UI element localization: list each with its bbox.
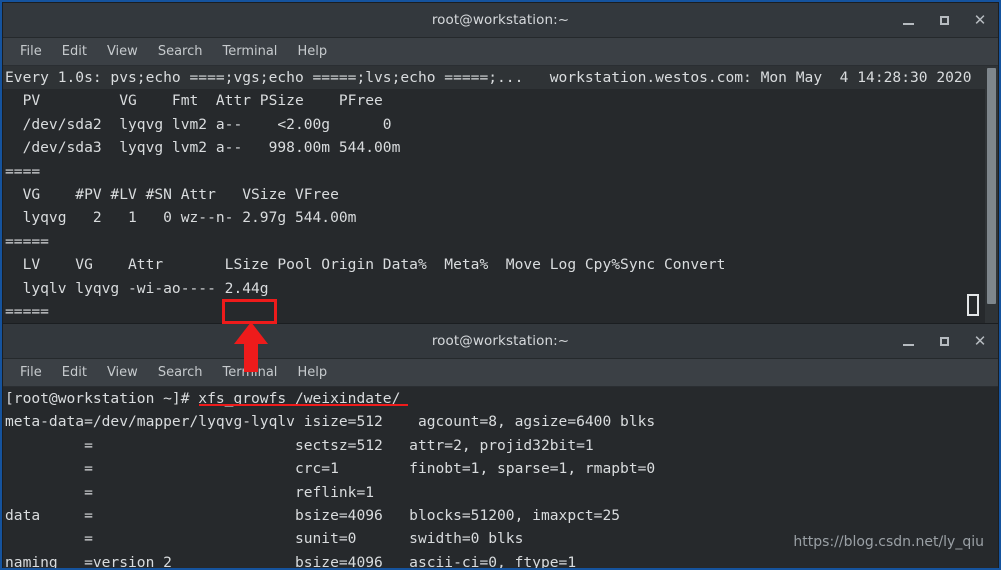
terminal-line: lyqvg 2 1 0 wz--n- 2.97g 544.00m <box>5 209 357 227</box>
menubar-watch[interactable]: File Edit View Search Terminal Help <box>3 38 998 66</box>
terminal-output-growfs[interactable]: [root@workstation ~]# xfs_growfs /weixin… <box>3 387 998 568</box>
terminal-line: VG #PV #LV #SN Attr VSize VFree <box>5 186 339 204</box>
terminal-window-watch[interactable]: root@workstation:~ ✕ File Edit View Sear… <box>2 2 999 324</box>
minimize-icon[interactable] <box>898 331 918 351</box>
terminal-line: ===== <box>5 303 49 321</box>
menu-search[interactable]: Search <box>150 42 211 61</box>
terminal-line: meta-data=/dev/mapper/lyqvg-lyqlv isize=… <box>5 413 656 431</box>
terminal-line: lyqlv lyqvg -wi-ao---- 2.44g <box>5 279 269 297</box>
titlebar-growfs[interactable]: root@workstation:~ ✕ <box>3 324 998 359</box>
menu-help[interactable]: Help <box>289 363 335 382</box>
menu-view[interactable]: View <box>99 42 146 61</box>
watermark-url: https://blog.csdn.net/ly_qiu <box>793 534 984 550</box>
terminal-line: PV VG Fmt Attr PSize PFree <box>5 92 383 110</box>
watch-header-line: Every 1.0s: pvs;echo ====;vgs;echo =====… <box>3 66 998 90</box>
terminal-cursor <box>967 294 979 316</box>
terminal-line: ===== <box>5 232 49 250</box>
titlebar-watch[interactable]: root@workstation:~ ✕ <box>3 3 998 38</box>
terminal-line: /dev/sda2 lyqvg lvm2 a-- <2.00g 0 <box>5 115 392 133</box>
terminal-line: = crc=1 finobt=1, sparse=1, rmapbt=0 <box>5 460 656 478</box>
close-icon[interactable]: ✕ <box>970 10 990 30</box>
close-icon[interactable]: ✕ <box>970 331 990 351</box>
terminal-line: naming =version 2 bsize=4096 ascii-ci=0,… <box>5 553 577 568</box>
window-controls-growfs[interactable]: ✕ <box>898 324 990 358</box>
terminal-scrollbar-watch[interactable] <box>985 66 998 324</box>
maximize-icon[interactable] <box>934 10 954 30</box>
terminal-output-watch[interactable]: Every 1.0s: pvs;echo ====;vgs;echo =====… <box>3 66 998 324</box>
menu-terminal[interactable]: Terminal <box>214 363 285 382</box>
terminal-line: data = bsize=4096 blocks=51200, imaxpct=… <box>5 507 621 525</box>
window-title-watch: root@workstation:~ <box>431 12 570 28</box>
menu-edit[interactable]: Edit <box>54 363 95 382</box>
terminal-line: = sectsz=512 attr=2, projid32bit=1 <box>5 436 594 454</box>
terminal-line: ==== <box>5 162 41 180</box>
window-title-growfs: root@workstation:~ <box>431 333 570 349</box>
terminal-line: = reflink=1 <box>5 483 375 501</box>
menu-file[interactable]: File <box>12 42 50 61</box>
menu-edit[interactable]: Edit <box>54 42 95 61</box>
maximize-icon[interactable] <box>934 331 954 351</box>
menu-search[interactable]: Search <box>150 363 211 382</box>
menu-view[interactable]: View <box>99 363 146 382</box>
menu-terminal[interactable]: Terminal <box>214 42 285 61</box>
scrollbar-thumb[interactable] <box>987 68 996 304</box>
terminal-window-growfs[interactable]: root@workstation:~ ✕ File Edit View Sear… <box>2 323 999 568</box>
menu-file[interactable]: File <box>12 363 50 382</box>
terminal-line: /dev/sda3 lyqvg lvm2 a-- 998.00m 544.00m <box>5 139 401 157</box>
terminal-line: LV VG Attr LSize Pool Origin Data% Meta%… <box>5 256 726 274</box>
menu-help[interactable]: Help <box>289 42 335 61</box>
terminal-prompt-line: [root@workstation ~]# xfs_growfs /weixin… <box>5 390 401 407</box>
desktop: root@workstation:~ ✕ File Edit View Sear… <box>0 0 1001 570</box>
window-controls-watch[interactable]: ✕ <box>898 3 990 37</box>
minimize-icon[interactable] <box>898 10 918 30</box>
menubar-growfs[interactable]: File Edit View Search Terminal Help <box>3 359 998 387</box>
